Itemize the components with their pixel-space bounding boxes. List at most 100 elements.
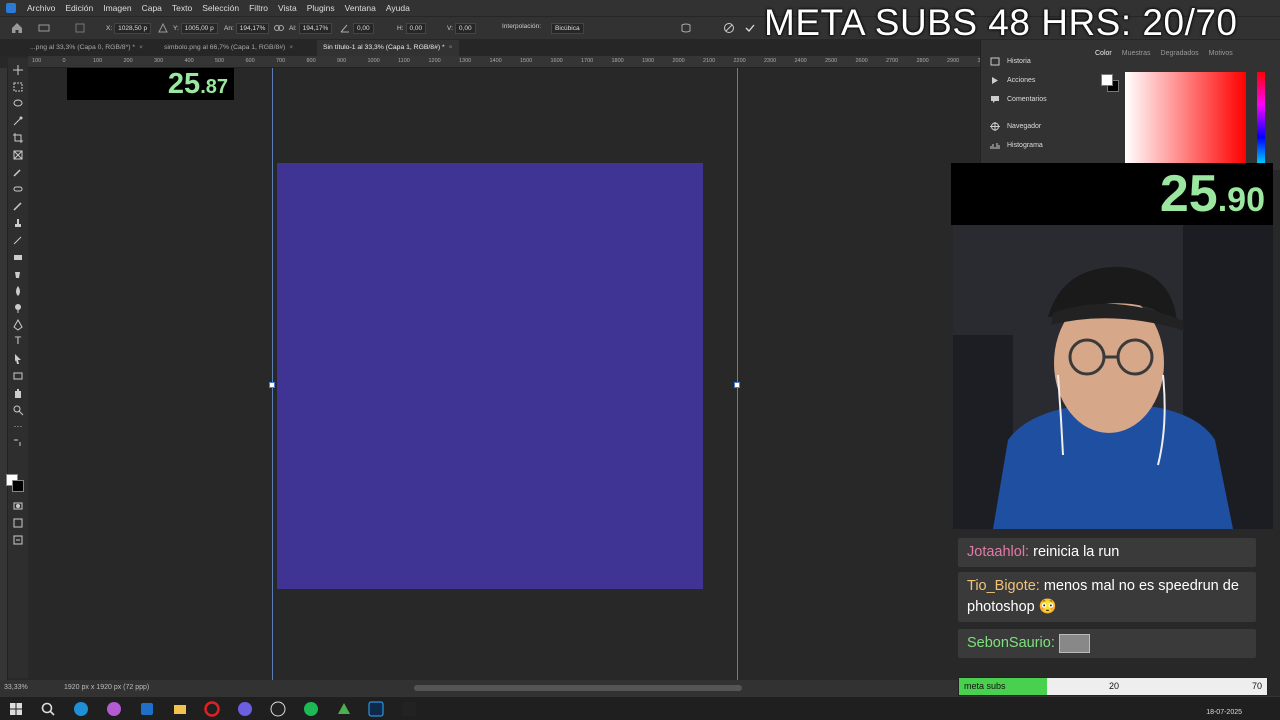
bridge-taskbar-icon[interactable] <box>401 701 417 717</box>
close-icon[interactable]: × <box>449 44 453 51</box>
screen-mode-icon[interactable] <box>12 517 24 529</box>
angle-input[interactable]: 0,00 <box>353 23 374 34</box>
ruler-tick-label: 800 <box>306 58 316 64</box>
photoshop-logo-icon[interactable] <box>0 0 22 16</box>
transform-handle-right[interactable] <box>734 382 740 388</box>
eraser-tool-icon[interactable] <box>12 251 24 263</box>
menu-plugins[interactable]: Plugins <box>302 0 340 16</box>
stamp-tool-icon[interactable] <box>12 217 24 229</box>
delta-icon[interactable] <box>157 22 169 34</box>
zoom-tool-icon[interactable] <box>12 404 24 416</box>
interpolation-select[interactable]: Bicúbica <box>551 23 584 34</box>
edit-toolbar-icon[interactable] <box>12 534 24 546</box>
menu-ayuda[interactable]: Ayuda <box>381 0 415 16</box>
eyedropper-tool-icon[interactable] <box>12 166 24 178</box>
document-dimensions: 1920 px x 1920 px (72 ppp) <box>64 684 150 691</box>
pen-tool-icon[interactable] <box>12 319 24 331</box>
magic-wand-tool-icon[interactable] <box>12 115 24 127</box>
discord-icon[interactable] <box>237 701 253 717</box>
move-options-icon[interactable] <box>38 22 50 34</box>
height-input[interactable]: 194,17% <box>298 23 333 34</box>
tab-document-1[interactable]: ...png al 33,3% (Capa 0, RGB/8*) * × <box>24 40 149 56</box>
tab-motivos[interactable]: Motivos <box>1209 50 1233 57</box>
menu-ventana[interactable]: Ventana <box>340 0 381 16</box>
vskew-input[interactable]: 0,00 <box>454 23 476 34</box>
menu-edicion[interactable]: Edición <box>60 0 98 16</box>
healing-brush-tool-icon[interactable] <box>12 183 24 195</box>
hskew-input[interactable]: 0,00 <box>405 23 427 34</box>
reference-point-icon[interactable] <box>74 22 86 34</box>
marquee-tool-icon[interactable] <box>12 81 24 93</box>
transform-handle-left[interactable] <box>269 382 275 388</box>
frame-tool-icon[interactable] <box>12 149 24 161</box>
dodge-tool-icon[interactable] <box>12 302 24 314</box>
spotify-icon[interactable] <box>303 701 319 717</box>
close-icon[interactable]: × <box>139 44 143 51</box>
menu-vista[interactable]: Vista <box>273 0 302 16</box>
ruler-tick-label: 700 <box>276 58 286 64</box>
ruler-vertical[interactable] <box>0 68 8 680</box>
move-tool-icon[interactable] <box>12 64 24 76</box>
tab-document-active[interactable]: Sin título-1 al 33,3% (Capa 1, RGB/8#) *… <box>317 40 459 56</box>
obs-icon[interactable] <box>270 701 286 717</box>
warp-icon[interactable] <box>680 22 692 34</box>
panel-item-acciones[interactable]: Acciones <box>983 71 1093 90</box>
crop-tool-icon[interactable] <box>12 132 24 144</box>
link-icon[interactable] <box>273 22 285 34</box>
menu-filtro[interactable]: Filtro <box>244 0 273 16</box>
more-tools-icon[interactable]: ··· <box>12 420 24 432</box>
search-icon[interactable] <box>40 701 56 717</box>
paint-bucket-tool-icon[interactable] <box>12 268 24 280</box>
color-picker-field[interactable] <box>1125 72 1246 170</box>
file-explorer-icon[interactable] <box>172 701 188 717</box>
ruler-tick-label: 2100 <box>703 58 716 64</box>
lasso-tool-icon[interactable] <box>12 98 24 110</box>
y-input[interactable]: 1005,00 p <box>180 23 218 34</box>
blur-tool-icon[interactable] <box>12 285 24 297</box>
home-icon[interactable] <box>10 21 24 35</box>
menu-texto[interactable]: Texto <box>167 0 197 16</box>
edge-browser-icon[interactable] <box>73 701 89 717</box>
photoshop-taskbar-icon[interactable] <box>368 701 384 717</box>
zoom-level[interactable]: 33,33% <box>4 684 28 691</box>
panel-foreground-swatch[interactable] <box>1101 74 1113 86</box>
horizontal-scrollbar[interactable] <box>414 685 742 691</box>
menu-seleccion[interactable]: Selección <box>197 0 244 16</box>
menu-capa[interactable]: Capa <box>137 0 167 16</box>
tab-muestras[interactable]: Muestras <box>1122 50 1151 57</box>
windows-start-icon[interactable] <box>8 701 24 717</box>
tab-degradados[interactable]: Degradados <box>1161 50 1199 57</box>
opera-icon[interactable] <box>204 701 220 717</box>
panel-item-comentarios[interactable]: Comentarios <box>983 90 1093 109</box>
hue-slider[interactable] <box>1257 72 1265 170</box>
history-brush-tool-icon[interactable] <box>12 234 24 246</box>
outlook-icon[interactable] <box>139 701 155 717</box>
tab-document-2[interactable]: simbolo.png al 66,7% (Capa 1, RGB/8#) × <box>158 40 299 56</box>
menu-imagen[interactable]: Imagen <box>98 0 136 16</box>
brush-tool-icon[interactable] <box>12 200 24 212</box>
type-tool-icon[interactable]: T <box>12 335 24 347</box>
commit-transform-icon[interactable] <box>744 22 756 34</box>
x-input[interactable]: 1028,50 p <box>114 23 152 34</box>
close-icon[interactable]: × <box>289 44 293 51</box>
menu-archivo[interactable]: Archivo <box>22 0 60 16</box>
background-color-swatch[interactable] <box>12 480 24 492</box>
tab-color[interactable]: Color <box>1095 50 1112 57</box>
panel-item-navegador[interactable]: Navegador <box>983 117 1093 136</box>
quick-mask-icon[interactable] <box>12 500 24 512</box>
cancel-transform-icon[interactable] <box>723 22 735 34</box>
width-input[interactable]: 194,17% <box>235 23 270 34</box>
path-selection-tool-icon[interactable] <box>12 353 24 365</box>
copilot-icon[interactable] <box>106 701 122 717</box>
document-canvas[interactable] <box>277 163 703 589</box>
taskbar-date[interactable]: 18-07-2025 <box>1206 709 1242 716</box>
panel-item-historia[interactable]: Historia <box>983 52 1093 71</box>
speedrun-timer-large: 25.90 <box>951 163 1273 225</box>
ruler-horizontal[interactable]: 100 0 100 200 300 400 500 600 700 800 900 1000 1100 1… <box>28 56 980 68</box>
app-icon[interactable] <box>336 701 352 717</box>
rectangle-tool-icon[interactable] <box>12 370 24 382</box>
canvas-workspace[interactable] <box>28 68 980 680</box>
swap-colors-icon[interactable] <box>12 436 24 448</box>
hand-tool-icon[interactable] <box>12 387 24 399</box>
panel-item-histograma[interactable]: Histograma <box>983 136 1093 155</box>
